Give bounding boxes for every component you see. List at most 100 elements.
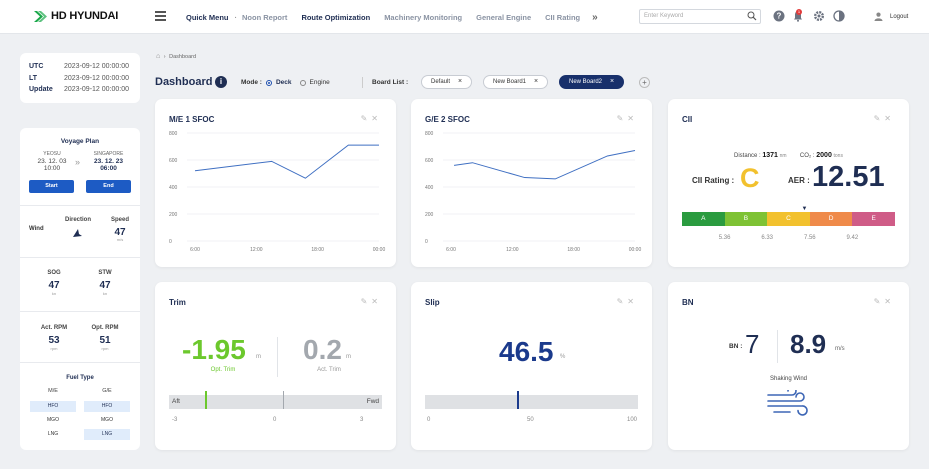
close-icon[interactable]: ✕	[884, 114, 895, 123]
time-label: LT	[29, 74, 38, 82]
home-icon[interactable]: ⌂	[156, 53, 160, 60]
add-board-button[interactable]: +	[639, 77, 650, 88]
opt-rpm-label: Opt. RPM	[91, 325, 119, 331]
opt-trim-marker	[205, 391, 208, 409]
card-tools: ✎✕	[361, 297, 382, 306]
nav-quick-menu[interactable]: Quick Menu	[186, 13, 229, 22]
slip-marker	[516, 391, 519, 409]
y-tick-label: 400	[169, 185, 178, 191]
divider	[20, 205, 140, 206]
destination-time: 06:00	[100, 165, 117, 172]
fuel-me-lng[interactable]: LNG	[30, 429, 76, 440]
divider	[277, 337, 278, 377]
fuel-type-title: Fuel Type	[66, 375, 94, 381]
cii-threshold: 5.36	[718, 235, 731, 241]
wind-direction-label: Direction	[64, 217, 91, 223]
x-tick-label: 00:00	[629, 247, 642, 253]
mode-engine-label[interactable]: Engine	[310, 79, 330, 86]
close-icon[interactable]: ×	[534, 78, 538, 85]
time-value: 2023-09-12 00:00:00	[64, 74, 129, 82]
co2-unit: tons	[833, 153, 843, 159]
co2-label: CO₂ :	[799, 153, 815, 159]
start-button[interactable]: Start	[29, 180, 74, 193]
x-tick-label: 00:00	[373, 247, 386, 253]
board-tab-new-board1[interactable]: New Board1 ×	[483, 75, 549, 89]
bn-wind-value: 8.9	[790, 329, 827, 359]
page-title: Dashboard	[155, 76, 213, 88]
origin-port: YEOSU	[43, 151, 61, 157]
edit-icon[interactable]: ✎	[361, 297, 372, 306]
fuel-ge-hfo[interactable]: HFO	[84, 401, 130, 412]
user-icon	[874, 12, 883, 21]
search-icon[interactable]	[747, 11, 757, 21]
y-tick-label: 400	[425, 185, 434, 191]
card-trim: Trim ✎✕ -1.95 m Opt. Trim 0.2 m Act. Tri…	[155, 282, 396, 450]
act-trim-value: 0.2	[303, 334, 342, 365]
slip-value: 46.5	[499, 336, 554, 367]
bn-label: BN :	[729, 343, 743, 350]
nav-cii-rating[interactable]: CII Rating	[545, 13, 580, 22]
theme-icon[interactable]	[833, 10, 845, 22]
board-tab-default[interactable]: Default ×	[421, 75, 473, 89]
card-cii: CII ✎✕ Distance : 1371 nm CO₂ : 2000 ton…	[668, 99, 909, 267]
edit-icon[interactable]: ✎	[874, 297, 885, 306]
board-tab-new-board2[interactable]: New Board2 ×	[559, 75, 625, 89]
logout-button[interactable]: Logout	[874, 12, 908, 21]
close-icon[interactable]: ✕	[371, 297, 382, 306]
y-tick-label: 800	[169, 131, 178, 137]
aer-value: 12.51	[812, 161, 885, 193]
trim-tick: 0	[273, 417, 277, 423]
wind-label: Wind	[29, 226, 44, 232]
board-list-label: Board List :	[372, 79, 409, 86]
bn-wind-unit: m/s	[835, 346, 845, 352]
edit-icon[interactable]: ✎	[617, 297, 628, 306]
destination-date: 23. 12. 23	[94, 158, 123, 165]
fuel-me-hfo[interactable]: HFO	[30, 401, 76, 412]
x-tick-label: 6:00	[446, 247, 456, 253]
end-button[interactable]: End	[86, 180, 131, 193]
time-row-lt: LT 2023-09-12 00:00:00	[29, 73, 131, 85]
y-tick-label: 600	[169, 158, 178, 164]
distance-value: 1371	[762, 152, 778, 159]
svg-text:?: ?	[777, 12, 782, 21]
menu-icon[interactable]	[155, 11, 166, 21]
card-tools: ✎✕	[874, 114, 895, 123]
divider	[777, 330, 778, 363]
nav-machinery-monitoring[interactable]: Machinery Monitoring	[384, 13, 462, 22]
fuel-ge-mgo[interactable]: MGO	[84, 415, 130, 426]
close-icon[interactable]: ×	[610, 78, 614, 85]
wind-icon	[767, 390, 808, 416]
mode-deck-label[interactable]: Deck	[276, 79, 292, 86]
nav-more-icon[interactable]: »	[592, 12, 598, 23]
gear-icon[interactable]	[813, 10, 825, 22]
trim-gauge: Aft Fwd	[169, 391, 382, 409]
close-icon[interactable]: ✕	[884, 297, 895, 306]
nav-noon-report[interactable]: Noon Report	[242, 13, 287, 22]
fuel-me-mgo[interactable]: MGO	[30, 415, 76, 426]
close-icon[interactable]: ✕	[627, 297, 638, 306]
nav-general-engine[interactable]: General Engine	[476, 13, 531, 22]
time-value: 2023-09-12 00:00:00	[64, 86, 129, 93]
close-icon[interactable]: ×	[458, 78, 462, 85]
trim-tick: 3	[360, 417, 364, 423]
card-tools: ✎✕	[874, 297, 895, 306]
cii-grade-c: C	[767, 212, 810, 226]
mode-engine-radio[interactable]	[299, 79, 306, 86]
x-tick-label: 6:00	[190, 247, 200, 253]
search-input[interactable]: Enter Keyword	[639, 9, 761, 24]
fuel-ge-lng[interactable]: LNG	[84, 429, 130, 440]
edit-icon[interactable]: ✎	[874, 114, 885, 123]
divider	[362, 77, 363, 88]
act-rpm-value: 53	[48, 335, 60, 346]
sog-unit: kn	[51, 291, 57, 296]
logo[interactable]: HD HYUNDAI	[34, 10, 118, 22]
divider	[20, 257, 140, 258]
nav-route-optimization[interactable]: Route Optimization	[301, 13, 370, 22]
divider	[20, 311, 140, 312]
breadcrumb-page: Dashboard	[169, 54, 197, 60]
board-tab-label: New Board2	[569, 79, 603, 85]
help-icon[interactable]: ?	[773, 10, 785, 22]
info-icon[interactable]: i	[215, 76, 227, 88]
origin-date: 23. 12. 03	[37, 158, 67, 165]
mode-deck-radio[interactable]	[265, 79, 272, 86]
